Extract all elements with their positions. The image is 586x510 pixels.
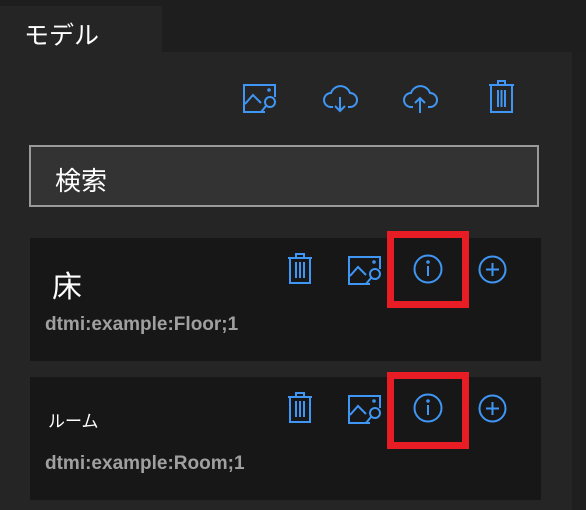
- delete-model-icon[interactable]: [287, 392, 313, 423]
- highlight-box: [387, 231, 469, 308]
- model-id: dtmi:example:Floor;1: [45, 314, 239, 335]
- view-images-button[interactable]: [243, 84, 277, 113]
- upload-icon[interactable]: [403, 85, 438, 113]
- delete-model-icon[interactable]: [287, 253, 313, 284]
- scrollbar[interactable]: [575, 52, 586, 510]
- add-icon[interactable]: [478, 255, 507, 284]
- image-search-icon[interactable]: [348, 395, 382, 424]
- model-name: 床: [52, 270, 82, 305]
- tab-models[interactable]: モデル: [0, 6, 162, 52]
- delete-all-icon[interactable]: [488, 80, 515, 113]
- search-input[interactable]: 検索: [29, 145, 539, 207]
- model-id: dtmi:example:Room;1: [45, 453, 245, 474]
- image-search-icon[interactable]: [348, 256, 382, 285]
- download-icon[interactable]: [323, 85, 358, 113]
- highlight-box: [387, 372, 469, 449]
- add-icon[interactable]: [478, 394, 507, 423]
- model-name: ルーム: [48, 412, 99, 432]
